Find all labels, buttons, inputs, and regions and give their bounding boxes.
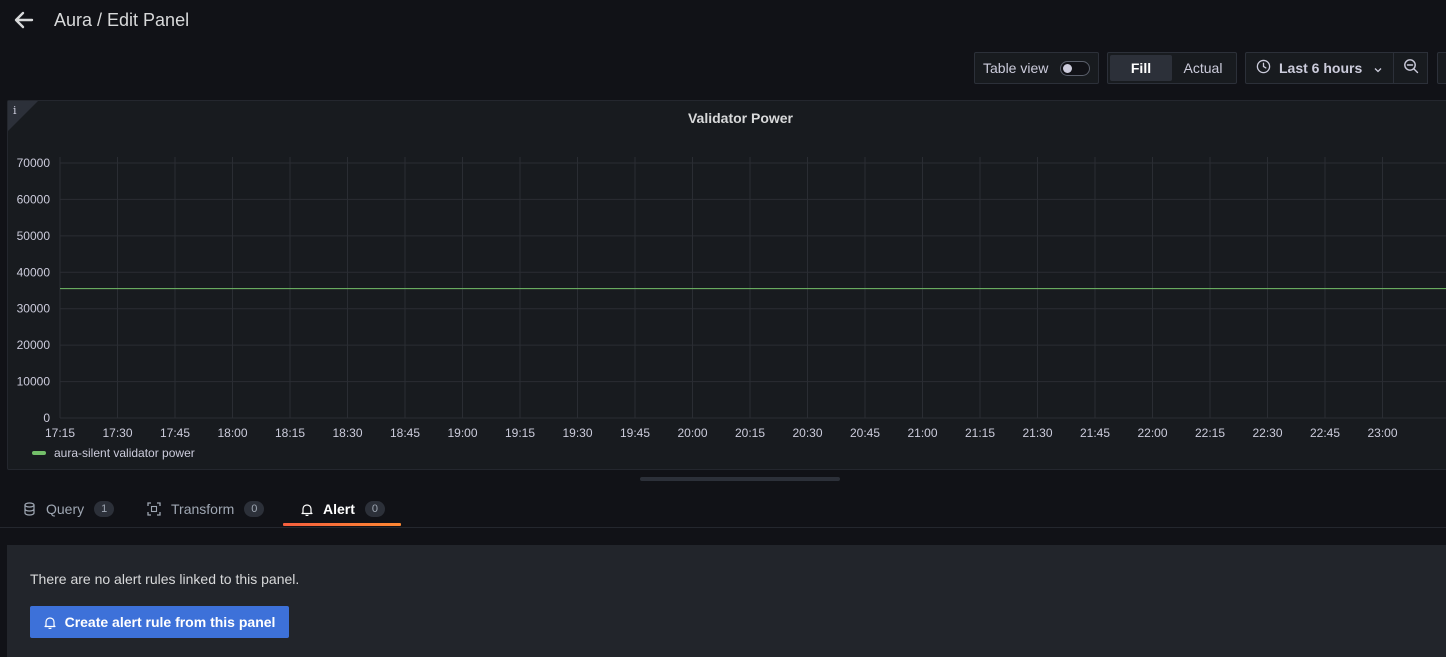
- y-tick-label: 40000: [17, 265, 51, 279]
- graph-panel: 0 10000 20000 30000 40000 50000 60000 70000 17:1…: [7, 100, 1446, 470]
- y-tick-label: 50000: [17, 229, 51, 243]
- x-tick-label: 22:30: [1252, 426, 1282, 440]
- x-tick-label: 20:45: [850, 426, 880, 440]
- x-tick-label: 23:00: [1367, 426, 1397, 440]
- x-tick-label: 21:15: [965, 426, 995, 440]
- y-tick-label: 70000: [17, 156, 51, 170]
- transform-icon: [147, 502, 161, 516]
- x-tick-label: 17:30: [102, 426, 132, 440]
- x-tick-label: 22:15: [1195, 426, 1225, 440]
- tab-alert-count: 0: [364, 501, 386, 517]
- x-tick-label: 19:15: [505, 426, 535, 440]
- legend[interactable]: aura-silent validator power: [32, 446, 195, 460]
- alert-pane: There are no alert rules linked to this …: [7, 545, 1446, 657]
- chart-svg: 0 10000 20000 30000 40000 50000 60000 70000 17:1…: [17, 156, 1446, 440]
- y-tick-label: 60000: [17, 192, 51, 206]
- x-tick-label: 18:30: [332, 426, 362, 440]
- x-tick-label: 22:45: [1310, 426, 1340, 440]
- tab-transform-label: Transform: [171, 501, 235, 517]
- active-tab-indicator: [283, 523, 401, 526]
- y-tick-label: 10000: [17, 375, 51, 389]
- legend-label: aura-silent validator power: [54, 446, 195, 460]
- arrow-left-icon[interactable]: [12, 8, 36, 32]
- panel-title: Validator Power: [687, 110, 794, 126]
- table-view-switch[interactable]: [1060, 61, 1090, 76]
- y-tick-label: 30000: [17, 302, 51, 316]
- x-tick-label: 17:15: [45, 426, 75, 440]
- actual-button[interactable]: Actual: [1172, 55, 1234, 81]
- tab-transform[interactable]: Transform 0: [147, 490, 265, 528]
- tab-query[interactable]: Query 1: [23, 490, 115, 528]
- create-alert-rule-label: Create alert rule from this panel: [64, 614, 276, 630]
- x-tick-label: 22:00: [1137, 426, 1167, 440]
- tab-alert-label: Alert: [323, 501, 355, 517]
- x-tick-label: 20:15: [735, 426, 765, 440]
- x-tick-label: 21:30: [1022, 426, 1052, 440]
- x-tick-label: 19:30: [562, 426, 592, 440]
- fill-button[interactable]: Fill: [1110, 55, 1172, 81]
- refresh-button[interactable]: [1437, 52, 1446, 84]
- tab-query-label: Query: [46, 501, 85, 517]
- clock-icon: [1256, 59, 1271, 77]
- y-tick-label: 0: [43, 411, 50, 425]
- chevron-down-icon: [1373, 62, 1383, 78]
- editor-tabs: Query 1 Transform 0 Alert 0: [0, 490, 1446, 528]
- tab-query-count: 1: [94, 501, 115, 517]
- zoom-out-button[interactable]: [1394, 52, 1428, 84]
- x-tick-label: 19:45: [620, 426, 650, 440]
- bell-icon: [301, 503, 313, 516]
- x-tick-label: 17:45: [160, 426, 190, 440]
- x-tick-label: 20:00: [677, 426, 707, 440]
- page-title: Aura / Edit Panel: [54, 10, 190, 30]
- database-icon: [23, 502, 36, 516]
- x-tick-label: 18:45: [390, 426, 420, 440]
- x-tick-label: 19:00: [447, 426, 477, 440]
- no-alert-message: There are no alert rules linked to this …: [30, 571, 300, 587]
- legend-swatch: [32, 451, 46, 455]
- panel-resize-handle[interactable]: [640, 477, 840, 481]
- create-alert-rule-button[interactable]: Create alert rule from this panel: [30, 606, 289, 638]
- time-range-label: Last 6 hours: [1279, 60, 1363, 76]
- x-tick-label: 18:15: [275, 426, 305, 440]
- tab-transform-count: 0: [244, 501, 265, 517]
- x-tick-label: 20:30: [792, 426, 822, 440]
- fill-actual-switch: Fill Actual: [1107, 52, 1237, 84]
- x-tick-label: 21:45: [1080, 426, 1110, 440]
- x-tick-label: 18:00: [217, 426, 247, 440]
- bell-icon: [43, 616, 56, 629]
- header: Aura / Edit Panel: [0, 0, 1446, 42]
- time-range-picker[interactable]: Last 6 hours: [1245, 52, 1394, 84]
- y-tick-label: 20000: [17, 338, 51, 352]
- table-view-toggle[interactable]: Table view: [974, 52, 1099, 84]
- x-tick-label: 21:00: [907, 426, 937, 440]
- zoom-out-icon: [1403, 58, 1419, 79]
- table-view-label: Table view: [983, 60, 1049, 76]
